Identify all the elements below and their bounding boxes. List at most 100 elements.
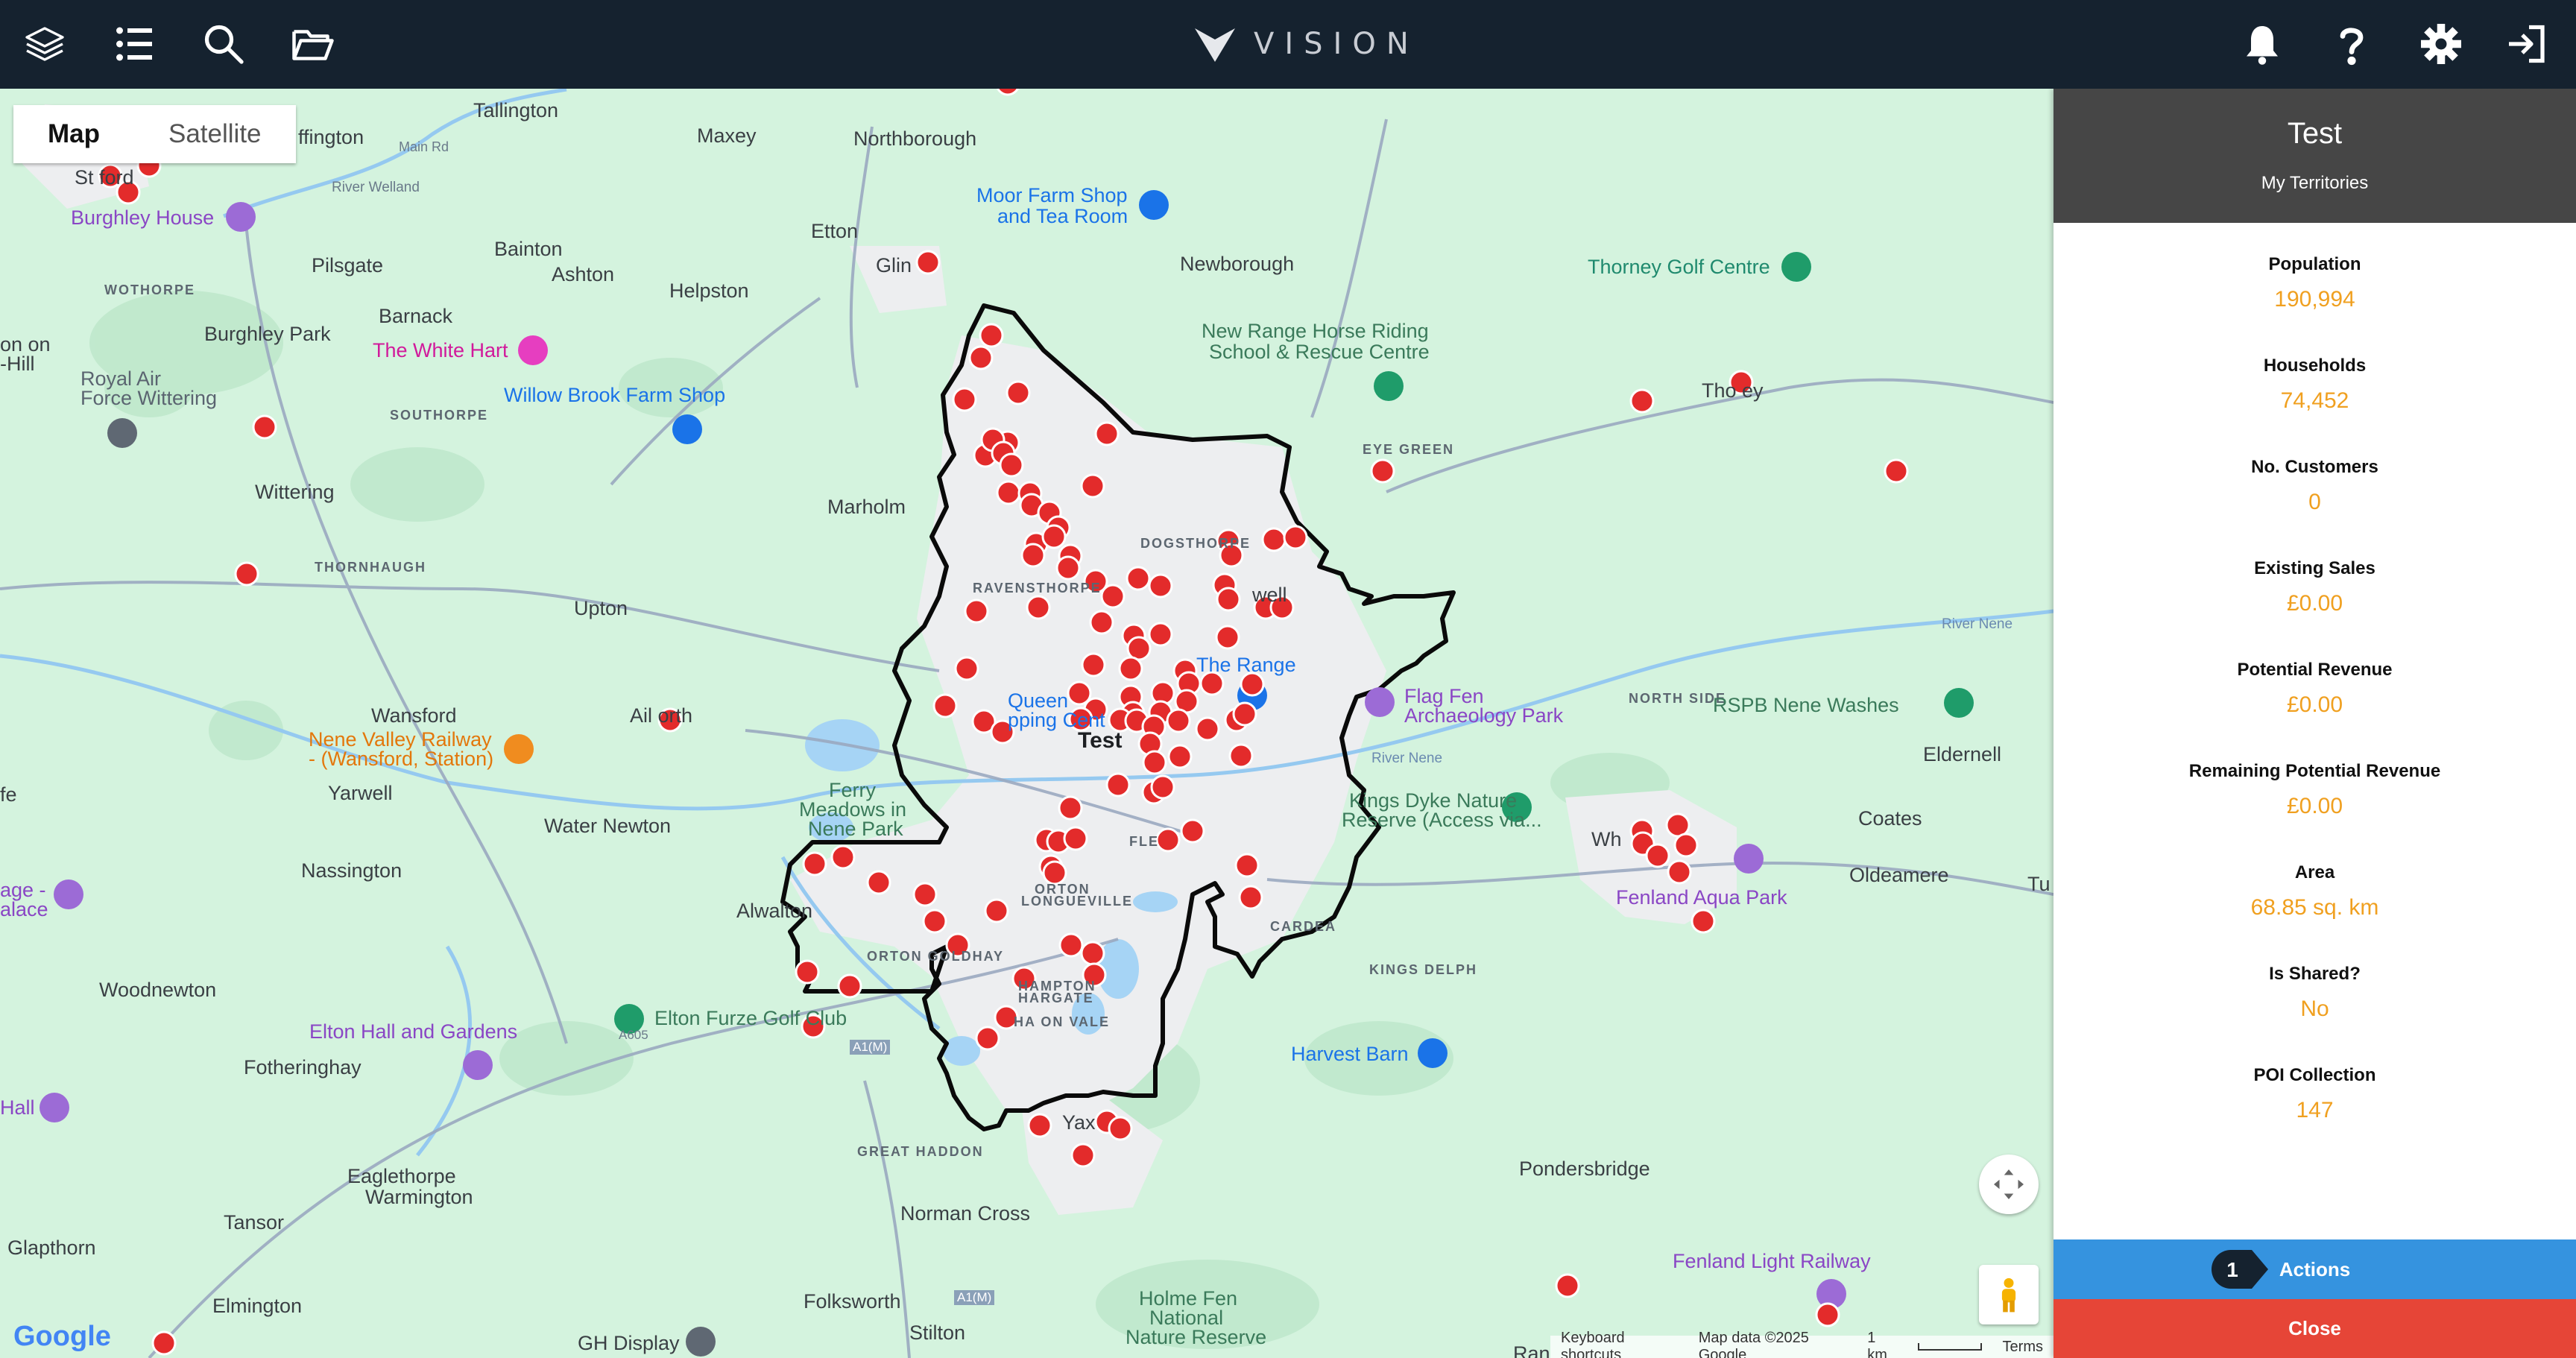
place-label: Etton [811, 220, 859, 242]
place-label: Tu [2027, 873, 2051, 895]
close-label: Close [2288, 1317, 2341, 1339]
place-label: Warmington [365, 1186, 473, 1208]
place-label: HARGATE [1018, 991, 1094, 1005]
place-label: -Hill [0, 353, 35, 375]
place-label: Bainton [494, 238, 563, 260]
street-view-pegman[interactable] [1979, 1265, 2039, 1324]
stat-area: Area 68.85 sq. km [2053, 853, 2576, 955]
stat-label: Is Shared? [2269, 964, 2361, 984]
poi-label: The Range [1196, 654, 1296, 676]
stat-label: Existing Sales [2254, 558, 2375, 578]
place-label: GREAT HADDON [857, 1144, 984, 1159]
scale-bar [1917, 1343, 1982, 1351]
actions-label: Actions [2279, 1257, 2351, 1280]
place-label: Northborough [853, 127, 977, 150]
actions-badge-count: 1 [2226, 1258, 2238, 1281]
stat-label: No. Customers [2251, 457, 2378, 477]
move-icon [1994, 1169, 2024, 1199]
stat-label: Potential Revenue [2237, 660, 2393, 680]
place-label: Burghley Park [204, 323, 331, 345]
place-label: ffington [298, 126, 364, 148]
place-label: RAVENSTHORPE [973, 581, 1102, 596]
place-label: Tallington [473, 99, 559, 121]
stat-poi-collection: POI Collection 147 [2053, 1056, 2576, 1158]
brand-text: VISION [1254, 27, 1419, 61]
map-pan-control[interactable] [1979, 1155, 2039, 1214]
place-label: Eldernell [1923, 743, 2002, 765]
poi-label: Nene Park [808, 818, 903, 840]
stat-value: 74,452 [2280, 388, 2349, 413]
google-logo[interactable]: Google [13, 1321, 111, 1353]
folder-icon[interactable] [287, 18, 339, 70]
place-label: Norman Cross [900, 1202, 1031, 1225]
place-label: Upton [574, 597, 628, 619]
place-label: fe [0, 783, 17, 806]
place-label: Wh [1591, 828, 1622, 850]
place-label: KINGS DELPH [1369, 962, 1478, 977]
help-icon[interactable] [2326, 18, 2378, 70]
top-nav-bar: VISION [0, 0, 2576, 89]
search-icon[interactable] [198, 18, 250, 70]
territory-panel: Test My Territories Population 190,994 H… [2053, 89, 2576, 1358]
place-label: Tho ey [1702, 379, 1764, 402]
bell-icon[interactable] [2236, 18, 2288, 70]
map-attribution: Keyboard shortcuts Map data ©2025 Google… [1550, 1330, 2053, 1358]
place-label: Wansford [371, 704, 457, 727]
stat-customers: No. Customers 0 [2053, 448, 2576, 549]
poi-label: Elton Furze Golf Club [654, 1007, 847, 1029]
place-label: Ail orth [630, 704, 693, 727]
poi-label: Elton Hall and Gardens [309, 1020, 518, 1043]
terms-link[interactable]: Terms [2003, 1339, 2043, 1356]
poi-label: and Tea Room [997, 205, 1128, 227]
layers-icon[interactable] [19, 18, 71, 70]
poi-label: Hall [0, 1096, 35, 1119]
poi-label: Archaeology Park [1404, 704, 1564, 727]
panel-subtitle: My Territories [2261, 173, 2369, 193]
pegman-icon [2001, 1278, 2016, 1313]
road-label: River Welland [332, 180, 420, 195]
google-logo-text: Google [13, 1321, 111, 1352]
place-label: Ashton [552, 263, 615, 285]
place-label: Yax [1062, 1111, 1096, 1134]
place-label: WOTHORPE [104, 282, 195, 297]
stat-value: No [2300, 997, 2329, 1021]
place-label: Woodnewton [99, 979, 217, 1001]
stat-label: Area [2294, 862, 2335, 882]
place-label: ORTON GOLDHAY [867, 949, 1005, 964]
poi-label: Reserve (Access via... [1342, 809, 1542, 831]
place-label: HA ON VALE [1014, 1014, 1111, 1029]
map-type-satellite-button[interactable]: Satellite [134, 105, 296, 163]
list-icon[interactable] [108, 18, 160, 70]
poi-label: Burghley House [71, 206, 215, 229]
place-label: Barnack [379, 305, 453, 327]
logout-icon[interactable] [2501, 18, 2553, 70]
place-label: Marholm [827, 496, 906, 518]
stat-value: 147 [2296, 1098, 2334, 1122]
map-canvas[interactable]: Tallington Maxey Northborough ffington S… [0, 89, 2053, 1358]
road-shield: A1(M) [850, 1040, 891, 1055]
keyboard-shortcuts-link[interactable]: Keyboard shortcuts [1561, 1330, 1678, 1358]
place-label: Glapthorn [7, 1237, 96, 1259]
poi-label: - (Wansford, Station) [309, 748, 494, 770]
stat-label: Population [2268, 254, 2361, 274]
place-label: Pondersbridge [1519, 1158, 1650, 1180]
place-label: Coates [1858, 807, 1922, 830]
road-label: A605 [619, 1028, 648, 1042]
place-label: SOUTHORPE [390, 408, 489, 423]
poi-label: Nature Reserve [1126, 1326, 1267, 1348]
close-button[interactable]: Close [2053, 1299, 2576, 1358]
poi-label: Thorney Golf Centre [1588, 256, 1770, 278]
brand-logo: VISION [1193, 18, 1419, 70]
gear-icon[interactable] [2415, 18, 2467, 70]
place-label: Elmington [212, 1295, 303, 1317]
place-label: Newborough [1180, 253, 1295, 275]
actions-button[interactable]: 1 Actions [2053, 1239, 2576, 1299]
place-label: Yarwell [328, 782, 393, 804]
place-label: LONGUEVILLE [1021, 894, 1134, 909]
actions-badge: 1 [2212, 1250, 2268, 1289]
stat-value: £0.00 [2286, 794, 2343, 818]
place-label: Wittering [255, 481, 335, 503]
poi-label: School & Rescue Centre [1209, 341, 1430, 363]
territory-stats: Population 190,994 Households 74,452 No.… [2053, 223, 2576, 1158]
map-type-map-button[interactable]: Map [13, 105, 134, 163]
